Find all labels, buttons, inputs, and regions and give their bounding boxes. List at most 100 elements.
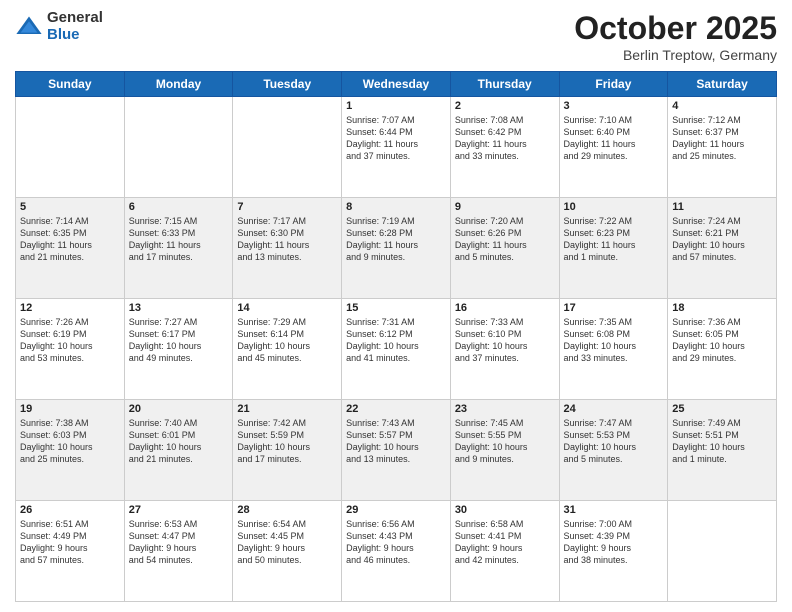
calendar-cell: 24 Sunrise: 7:47 AM Sunset: 5:53 PM Dayli…: [559, 400, 668, 501]
calendar-cell: 22 Sunrise: 7:43 AM Sunset: 5:57 PM Dayli…: [342, 400, 451, 501]
calendar-cell: 25 Sunrise: 7:49 AM Sunset: 5:51 PM Dayli…: [668, 400, 777, 501]
day-info: Sunrise: 7:27 AM Sunset: 6:17 PM Dayligh…: [129, 316, 229, 365]
day-info: Sunrise: 7:45 AM Sunset: 5:55 PM Dayligh…: [455, 417, 555, 466]
day-number: 8: [346, 201, 446, 213]
day-number: 2: [455, 100, 555, 112]
day-number: 15: [346, 302, 446, 314]
calendar-cell: 11 Sunrise: 7:24 AM Sunset: 6:21 PM Dayli…: [668, 198, 777, 299]
calendar-cell: 29 Sunrise: 6:56 AM Sunset: 4:43 PM Dayli…: [342, 501, 451, 602]
day-number: 25: [672, 403, 772, 415]
day-number: 1: [346, 100, 446, 112]
calendar-cell: [124, 97, 233, 198]
day-info: Sunrise: 7:49 AM Sunset: 5:51 PM Dayligh…: [672, 417, 772, 466]
calendar-cell: 15 Sunrise: 7:31 AM Sunset: 6:12 PM Dayli…: [342, 299, 451, 400]
calendar-cell: 19 Sunrise: 7:38 AM Sunset: 6:03 PM Dayli…: [16, 400, 125, 501]
day-number: 28: [237, 504, 337, 516]
calendar-cell: 4 Sunrise: 7:12 AM Sunset: 6:37 PM Daylig…: [668, 97, 777, 198]
calendar-cell: 27 Sunrise: 6:53 AM Sunset: 4:47 PM Dayli…: [124, 501, 233, 602]
day-info: Sunrise: 7:42 AM Sunset: 5:59 PM Dayligh…: [237, 417, 337, 466]
logo: General Blue: [15, 10, 103, 43]
day-number: 30: [455, 504, 555, 516]
day-info: Sunrise: 7:33 AM Sunset: 6:10 PM Dayligh…: [455, 316, 555, 365]
col-header-tuesday: Tuesday: [233, 72, 342, 97]
logo-blue-label: Blue: [47, 27, 103, 44]
calendar-cell: 28 Sunrise: 6:54 AM Sunset: 4:45 PM Dayli…: [233, 501, 342, 602]
day-number: 22: [346, 403, 446, 415]
calendar-cell: 12Sunrise: 7:26 AM Sunset: 6:19 PM Dayli…: [16, 299, 125, 400]
day-info: Sunrise: 7:14 AM Sunset: 6:35 PM Dayligh…: [20, 215, 120, 264]
logo-text: General Blue: [47, 10, 103, 43]
day-info: Sunrise: 6:53 AM Sunset: 4:47 PM Dayligh…: [129, 518, 229, 567]
week-row-4: 19 Sunrise: 7:38 AM Sunset: 6:03 PM Dayli…: [16, 400, 777, 501]
calendar-cell: 30 Sunrise: 6:58 AM Sunset: 4:41 PM Dayli…: [450, 501, 559, 602]
col-header-sunday: Sunday: [16, 72, 125, 97]
calendar-cell: 13 Sunrise: 7:27 AM Sunset: 6:17 PM Dayli…: [124, 299, 233, 400]
day-number: 29: [346, 504, 446, 516]
week-row-5: 26Sunrise: 6:51 AM Sunset: 4:49 PM Dayli…: [16, 501, 777, 602]
calendar-cell: 17Sunrise: 7:35 AM Sunset: 6:08 PM Dayli…: [559, 299, 668, 400]
day-info: Sunrise: 7:43 AM Sunset: 5:57 PM Dayligh…: [346, 417, 446, 466]
day-number: 17: [564, 302, 664, 314]
title-area: October 2025 Berlin Treptow, Germany: [574, 10, 777, 63]
day-number: 6: [129, 201, 229, 213]
day-info: Sunrise: 6:56 AM Sunset: 4:43 PM Dayligh…: [346, 518, 446, 567]
calendar-cell: 18Sunrise: 7:36 AM Sunset: 6:05 PM Dayli…: [668, 299, 777, 400]
day-info: Sunrise: 7:31 AM Sunset: 6:12 PM Dayligh…: [346, 316, 446, 365]
day-info: Sunrise: 7:22 AM Sunset: 6:23 PM Dayligh…: [564, 215, 664, 264]
calendar-cell: 9Sunrise: 7:20 AM Sunset: 6:26 PM Daylig…: [450, 198, 559, 299]
day-number: 21: [237, 403, 337, 415]
day-info: Sunrise: 7:38 AM Sunset: 6:03 PM Dayligh…: [20, 417, 120, 466]
week-row-1: 1 Sunrise: 7:07 AM Sunset: 6:44 PM Daylig…: [16, 97, 777, 198]
day-info: Sunrise: 7:08 AM Sunset: 6:42 PM Dayligh…: [455, 114, 555, 163]
day-info: Sunrise: 7:47 AM Sunset: 5:53 PM Dayligh…: [564, 417, 664, 466]
calendar-cell: 14Sunrise: 7:29 AM Sunset: 6:14 PM Dayli…: [233, 299, 342, 400]
logo-icon: [15, 13, 43, 41]
day-number: 4: [672, 100, 772, 112]
calendar-cell: 31 Sunrise: 7:00 AM Sunset: 4:39 PM Dayli…: [559, 501, 668, 602]
calendar-cell: 1 Sunrise: 7:07 AM Sunset: 6:44 PM Daylig…: [342, 97, 451, 198]
week-row-2: 5 Sunrise: 7:14 AM Sunset: 6:35 PM Daylig…: [16, 198, 777, 299]
day-info: Sunrise: 7:00 AM Sunset: 4:39 PM Dayligh…: [564, 518, 664, 567]
calendar-cell: 7Sunrise: 7:17 AM Sunset: 6:30 PM Daylig…: [233, 198, 342, 299]
logo-general-label: General: [47, 10, 103, 27]
calendar-cell: 16Sunrise: 7:33 AM Sunset: 6:10 PM Dayli…: [450, 299, 559, 400]
day-number: 14: [237, 302, 337, 314]
day-number: 23: [455, 403, 555, 415]
day-number: 11: [672, 201, 772, 213]
day-info: Sunrise: 7:26 AM Sunset: 6:19 PM Dayligh…: [20, 316, 120, 365]
calendar-cell: 26Sunrise: 6:51 AM Sunset: 4:49 PM Dayli…: [16, 501, 125, 602]
day-number: 31: [564, 504, 664, 516]
col-header-friday: Friday: [559, 72, 668, 97]
day-info: Sunrise: 7:19 AM Sunset: 6:28 PM Dayligh…: [346, 215, 446, 264]
day-number: 5: [20, 201, 120, 213]
day-number: 26: [20, 504, 120, 516]
calendar-table: SundayMondayTuesdayWednesdayThursdayFrid…: [15, 71, 777, 602]
day-number: 27: [129, 504, 229, 516]
calendar-cell: [668, 501, 777, 602]
day-number: 13: [129, 302, 229, 314]
calendar-cell: 3Sunrise: 7:10 AM Sunset: 6:40 PM Daylig…: [559, 97, 668, 198]
day-info: Sunrise: 7:24 AM Sunset: 6:21 PM Dayligh…: [672, 215, 772, 264]
day-number: 9: [455, 201, 555, 213]
calendar-cell: 21 Sunrise: 7:42 AM Sunset: 5:59 PM Dayli…: [233, 400, 342, 501]
calendar-cell: 8 Sunrise: 7:19 AM Sunset: 6:28 PM Daylig…: [342, 198, 451, 299]
day-info: Sunrise: 7:07 AM Sunset: 6:44 PM Dayligh…: [346, 114, 446, 163]
col-header-thursday: Thursday: [450, 72, 559, 97]
page: General Blue October 2025 Berlin Treptow…: [0, 0, 792, 612]
calendar-cell: 20Sunrise: 7:40 AM Sunset: 6:01 PM Dayli…: [124, 400, 233, 501]
calendar-cell: [233, 97, 342, 198]
day-number: 19: [20, 403, 120, 415]
day-number: 18: [672, 302, 772, 314]
calendar-header-row: SundayMondayTuesdayWednesdayThursdayFrid…: [16, 72, 777, 97]
day-info: Sunrise: 6:58 AM Sunset: 4:41 PM Dayligh…: [455, 518, 555, 567]
day-number: 20: [129, 403, 229, 415]
calendar-cell: 23 Sunrise: 7:45 AM Sunset: 5:55 PM Dayli…: [450, 400, 559, 501]
day-info: Sunrise: 7:12 AM Sunset: 6:37 PM Dayligh…: [672, 114, 772, 163]
week-row-3: 12Sunrise: 7:26 AM Sunset: 6:19 PM Dayli…: [16, 299, 777, 400]
col-header-monday: Monday: [124, 72, 233, 97]
day-number: 3: [564, 100, 664, 112]
calendar-cell: 2 Sunrise: 7:08 AM Sunset: 6:42 PM Daylig…: [450, 97, 559, 198]
day-number: 7: [237, 201, 337, 213]
day-number: 24: [564, 403, 664, 415]
day-info: Sunrise: 6:54 AM Sunset: 4:45 PM Dayligh…: [237, 518, 337, 567]
